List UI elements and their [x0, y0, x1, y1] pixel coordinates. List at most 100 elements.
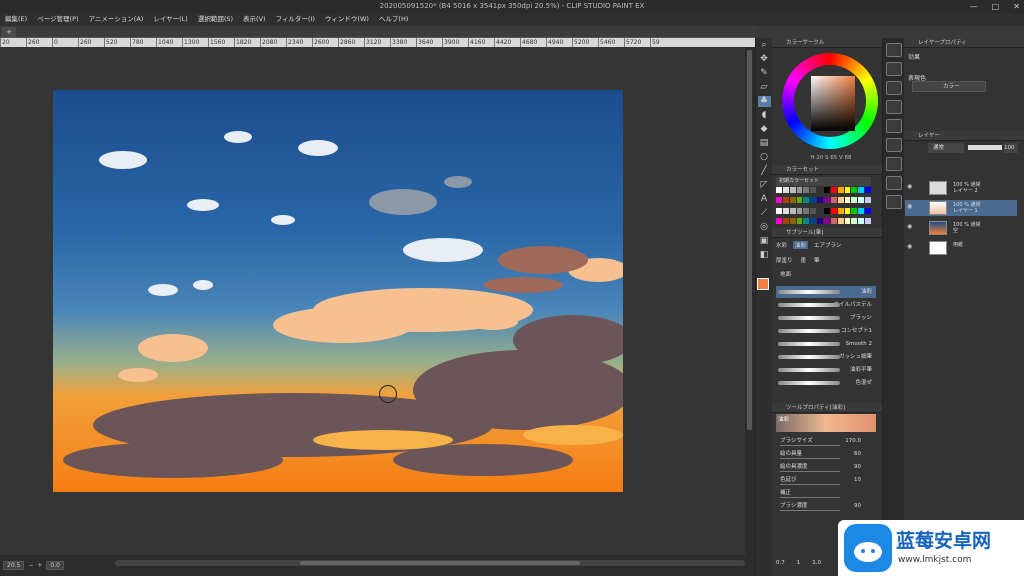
color-swatch[interactable] — [803, 217, 810, 224]
shape-tool-icon[interactable]: ○ — [758, 152, 771, 163]
tool-property-row[interactable]: ブラシサイズ 170.0 — [780, 436, 875, 447]
color-swatch[interactable] — [830, 207, 837, 214]
frame-tool-icon[interactable]: ◧ — [758, 250, 771, 261]
horizontal-scroll-thumb[interactable] — [300, 561, 580, 565]
visibility-eye-icon[interactable]: ◉ — [907, 184, 912, 190]
color-swatch[interactable] — [796, 187, 803, 193]
brush-tool-icon[interactable]: ♣ — [757, 96, 771, 107]
menu-selection[interactable]: 選択範囲(S) — [193, 13, 238, 26]
menu-page[interactable]: ページ管理(P) — [32, 13, 83, 26]
auto-action-icon[interactable] — [885, 138, 902, 152]
color-swatch[interactable] — [776, 187, 782, 193]
color-swatch[interactable] — [803, 187, 810, 193]
brush-item[interactable]: 油彩 — [776, 286, 876, 298]
sky-painting-canvas[interactable] — [53, 90, 623, 492]
close-button[interactable]: ✕ — [1013, 0, 1020, 13]
color-swatch[interactable] — [837, 197, 844, 204]
color-swatch[interactable] — [858, 217, 865, 224]
color-swatch[interactable] — [851, 187, 858, 193]
color-swatch[interactable] — [776, 197, 782, 204]
vertical-scroll-thumb[interactable] — [747, 50, 752, 430]
ruler-tool-icon[interactable]: ◸ — [758, 180, 771, 191]
color-swatch[interactable] — [844, 217, 851, 224]
eraser-tool-icon[interactable]: ▱ — [758, 82, 771, 93]
color-swatch[interactable] — [796, 207, 803, 214]
blend-tool-icon[interactable]: ◖ — [758, 110, 771, 121]
menu-animation[interactable]: アニメーション(A) — [84, 13, 149, 26]
tool-property-slider[interactable] — [780, 497, 840, 498]
tool-property-row[interactable]: 補正 — [780, 488, 875, 499]
color-mode-select[interactable]: カラー — [912, 81, 986, 92]
color-wheel-header[interactable]: カラーサークル — [772, 38, 882, 48]
canvas-tab[interactable]: + — [2, 27, 16, 37]
maximize-button[interactable]: □ — [992, 0, 1000, 13]
subtool-tab-impasto[interactable]: 厚塗り — [776, 256, 793, 264]
menu-edit[interactable]: 編集(E) — [0, 13, 32, 26]
color-swatch[interactable] — [830, 187, 837, 193]
tool-property-header[interactable]: ツールプロパティ[油彩] — [772, 403, 882, 413]
layer-header[interactable]: レイヤー — [904, 131, 1024, 141]
opacity-value[interactable]: 100 — [1004, 143, 1018, 153]
color-swatch[interactable] — [865, 197, 871, 204]
tool-property-row[interactable]: 色延び 10 — [780, 475, 875, 486]
zoom-in-button[interactable]: + — [37, 562, 42, 569]
color-set-select[interactable]: 初期カラーセット — [776, 177, 871, 186]
layer-property-header[interactable]: レイヤープロパティ — [904, 38, 1024, 48]
color-swatch[interactable] — [789, 217, 796, 224]
color-swatch[interactable] — [858, 187, 865, 193]
layer-row[interactable]: ◉ 100 % 通常 レイヤー 1 — [905, 200, 1017, 216]
menu-view[interactable]: 表示(V) — [238, 13, 271, 26]
color-swatch[interactable] — [817, 187, 823, 193]
visibility-eye-icon[interactable]: ◉ — [907, 224, 912, 230]
color-swatch[interactable] — [851, 217, 858, 224]
tool-property-value[interactable]: 90 — [854, 462, 861, 473]
color-swatch[interactable] — [810, 207, 817, 214]
timeline-icon[interactable] — [885, 195, 902, 209]
color-swatch[interactable] — [817, 217, 823, 224]
layer-row[interactable]: ◉ 100 % 通常空 — [905, 220, 1017, 236]
color-swatch[interactable] — [776, 217, 782, 224]
color-swatch[interactable] — [782, 217, 789, 224]
color-swatch[interactable] — [824, 217, 830, 224]
color-swatch[interactable] — [782, 207, 789, 214]
move-tool-icon[interactable]: ✥ — [758, 54, 771, 65]
color-swatch[interactable] — [810, 217, 817, 224]
color-swatch[interactable] — [844, 197, 851, 204]
color-swatch[interactable] — [782, 187, 789, 193]
brush-item[interactable]: Smooth 2 — [776, 338, 876, 350]
menu-layer[interactable]: レイヤー(L) — [148, 13, 193, 26]
item-bank-icon[interactable] — [885, 81, 902, 95]
select-tool-icon[interactable]: ▣ — [758, 236, 771, 247]
zoom-tool-icon[interactable]: ⌕ — [758, 40, 771, 51]
history-icon[interactable] — [885, 119, 902, 133]
color-swatch[interactable] — [837, 207, 844, 214]
subtool-header[interactable]: サブツール[筆] — [772, 228, 882, 238]
tool-property-value[interactable]: 10 — [854, 475, 861, 486]
layer-search-icon[interactable] — [885, 157, 902, 171]
color-swatch[interactable] — [837, 217, 844, 224]
tool-property-slider[interactable] — [780, 510, 840, 511]
color-swatch[interactable] — [844, 207, 851, 214]
material-icon[interactable] — [885, 100, 902, 114]
opacity-slider[interactable] — [968, 145, 1002, 150]
navigator-icon[interactable] — [885, 43, 902, 57]
subtool-tab-brush[interactable]: 筆 — [814, 256, 820, 264]
color-set-header[interactable]: カラーセット — [772, 165, 882, 175]
color-swatch[interactable] — [830, 217, 837, 224]
color-swatch[interactable] — [789, 207, 796, 214]
subtool-tab-oil[interactable]: 油彩 — [793, 241, 809, 249]
zoom-field[interactable]: 20.5 — [3, 561, 25, 570]
brush-item[interactable]: コンセプト1 — [776, 325, 876, 337]
tool-property-row[interactable]: 絵の具量 60 — [780, 449, 875, 460]
color-swatch[interactable] — [858, 207, 865, 214]
brush-item[interactable]: オイルパステル — [776, 299, 876, 311]
menu-window[interactable]: ウィンドウ(W) — [320, 13, 374, 26]
gradient-tool-icon[interactable]: ▤ — [758, 138, 771, 149]
animation-cels-icon[interactable] — [885, 176, 902, 190]
tool-property-value[interactable]: 60 — [854, 449, 861, 460]
subtool-tab-ink[interactable]: 墨 — [801, 256, 807, 264]
tool-property-slider[interactable] — [780, 471, 840, 472]
layer-row[interactable]: ◉ 用紙 — [905, 240, 1017, 256]
color-swatch[interactable] — [817, 207, 823, 214]
line-tool-icon[interactable]: ╱ — [758, 166, 771, 177]
